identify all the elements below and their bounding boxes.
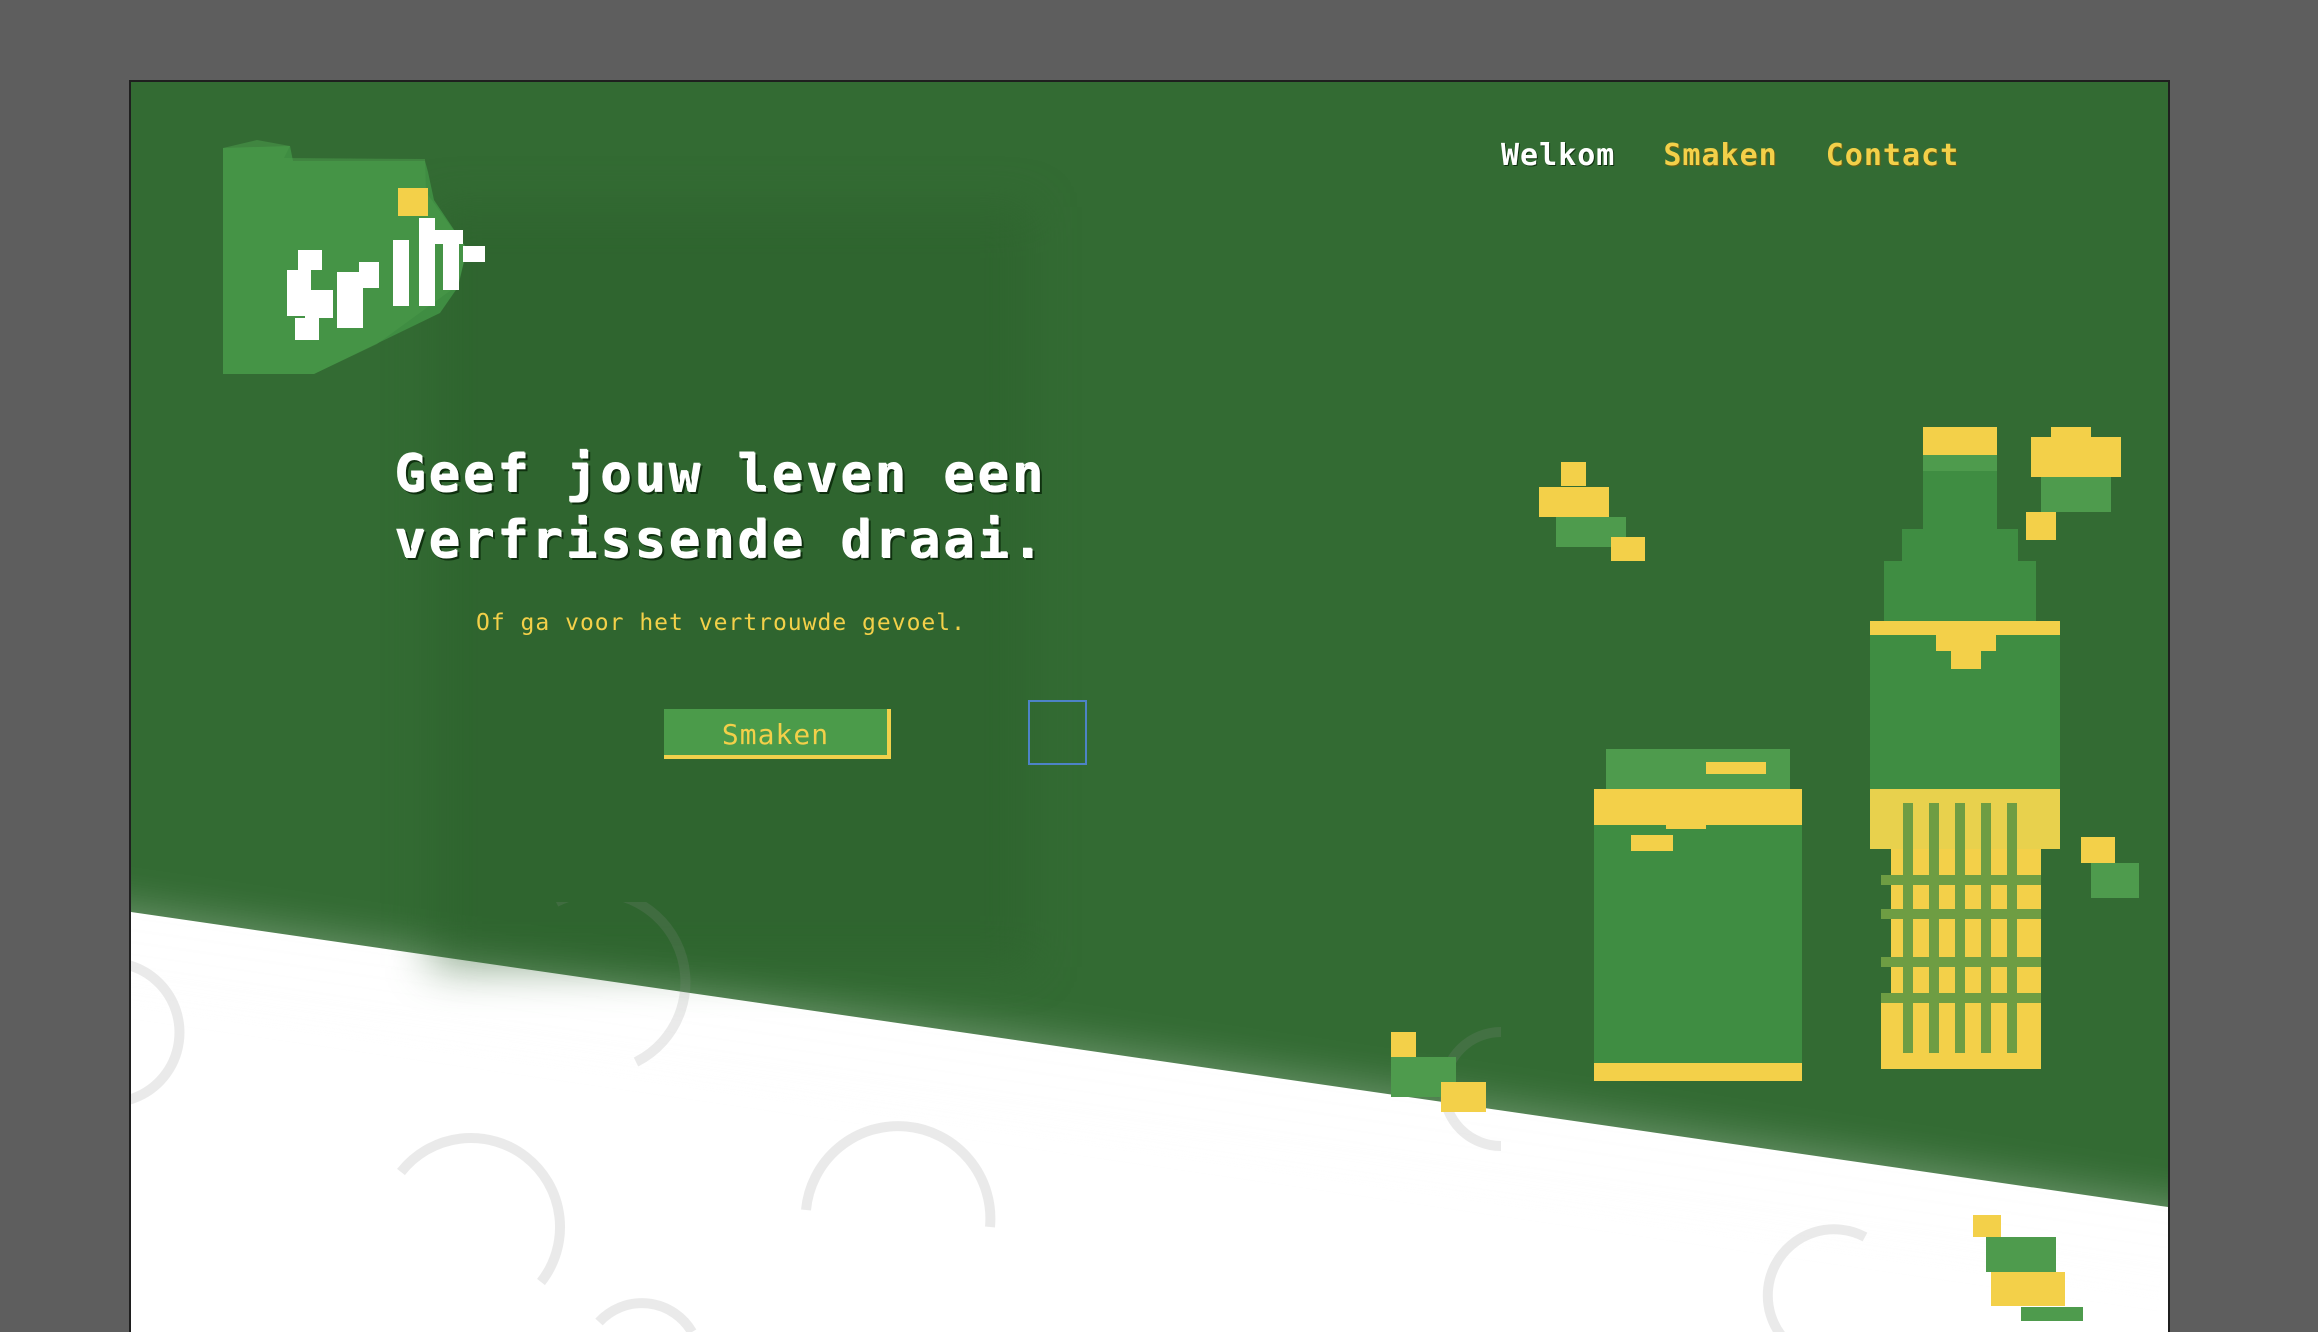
can-icon — [1594, 749, 1802, 1081]
main-navigation: Welkom Smaken Contact — [1501, 138, 1959, 173]
hero-subtitle: Of ga voor het vertrouwde gevoel. — [476, 610, 966, 636]
sprite-logo — [223, 140, 485, 374]
artboard: Geef jouw leven een verfrissende draai. … — [129, 80, 2170, 1332]
hero-title-line-2: verfrissende draai. — [395, 511, 1047, 571]
hero-title: Geef jouw leven een verfrissende draai. — [381, 442, 1061, 574]
nav-item-contact[interactable]: Contact — [1826, 138, 1959, 173]
lemon-slice-icon — [2026, 427, 2121, 540]
product-pixel-art — [1391, 427, 2139, 1321]
hero-section: Geef jouw leven een verfrissende draai. … — [381, 442, 1061, 636]
lime-slice-icon — [1973, 1215, 2083, 1321]
design-canvas: Geef jouw leven een verfrissende draai. … — [0, 0, 2318, 1332]
lemon-slice-icon — [1539, 462, 1645, 561]
hero-title-line-1: Geef jouw leven een — [395, 445, 1047, 505]
smaken-button[interactable]: Smaken — [664, 709, 891, 759]
nav-item-welkom[interactable]: Welkom — [1501, 138, 1615, 173]
nav-item-smaken[interactable]: Smaken — [1663, 138, 1777, 173]
selection-box — [1028, 700, 1087, 765]
